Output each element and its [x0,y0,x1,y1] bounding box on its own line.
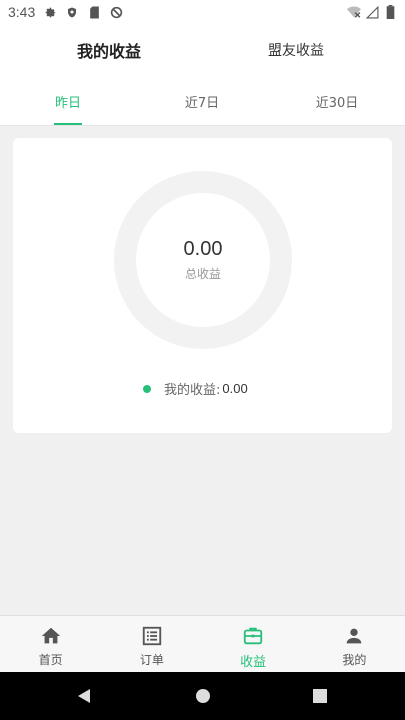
period-tabs: 昨日 近7日 近30日 [0,78,405,126]
settings-gear-icon [43,5,57,19]
total-earnings-label: 总收益 [184,267,221,281]
shield-icon [65,5,79,19]
battery-icon [383,5,397,19]
recents-square-icon[interactable] [310,686,330,706]
home-circle-icon[interactable] [193,686,213,706]
nav-home[interactable]: 首页 [0,616,101,672]
nav-profile[interactable]: 我的 [304,616,405,672]
tab-my-earnings[interactable]: 我的收益 [58,38,160,62]
nav-home-label: 首页 [38,653,63,667]
nav-orders-label: 订单 [139,653,164,667]
header: 我的收益 盟友收益 [0,24,405,78]
status-bar: 3:43 [0,0,405,24]
sd-card-icon [87,5,101,19]
donut-center: 0.00 总收益 [114,171,292,349]
system-nav-bar [0,672,405,720]
nav-earnings[interactable]: 收益 [203,616,304,672]
status-time: 3:43 [8,4,36,20]
no-disturb-icon [109,5,123,19]
bottom-nav: 首页 订单 收益 我的 [0,615,405,672]
active-tab-indicator [54,123,82,125]
legend-my-earnings: 我的收益: 0.00 [143,379,248,398]
nav-earnings-label: 收益 [240,655,267,670]
tab-last-30-days[interactable]: 近30日 [287,92,387,111]
signal-icon [365,5,379,19]
nav-orders[interactable]: 订单 [101,616,202,672]
list-icon [142,626,162,646]
legend-label: 我的收益: [164,383,221,398]
tab-ally-earnings[interactable]: 盟友收益 [246,40,346,60]
back-icon[interactable] [74,686,94,706]
home-icon [41,627,60,644]
briefcase-icon [243,627,263,645]
legend-value: 0.00 [222,381,248,396]
earnings-card: 0.00 总收益 我的收益: 0.00 [13,138,392,433]
legend-dot [143,384,151,393]
wifi-icon [347,5,361,19]
total-earnings-value: 0.00 [183,238,223,260]
tab-last-7-days[interactable]: 近7日 [152,92,252,111]
person-icon [347,628,362,644]
nav-profile-label: 我的 [342,653,367,667]
tab-yesterday[interactable]: 昨日 [18,92,118,111]
